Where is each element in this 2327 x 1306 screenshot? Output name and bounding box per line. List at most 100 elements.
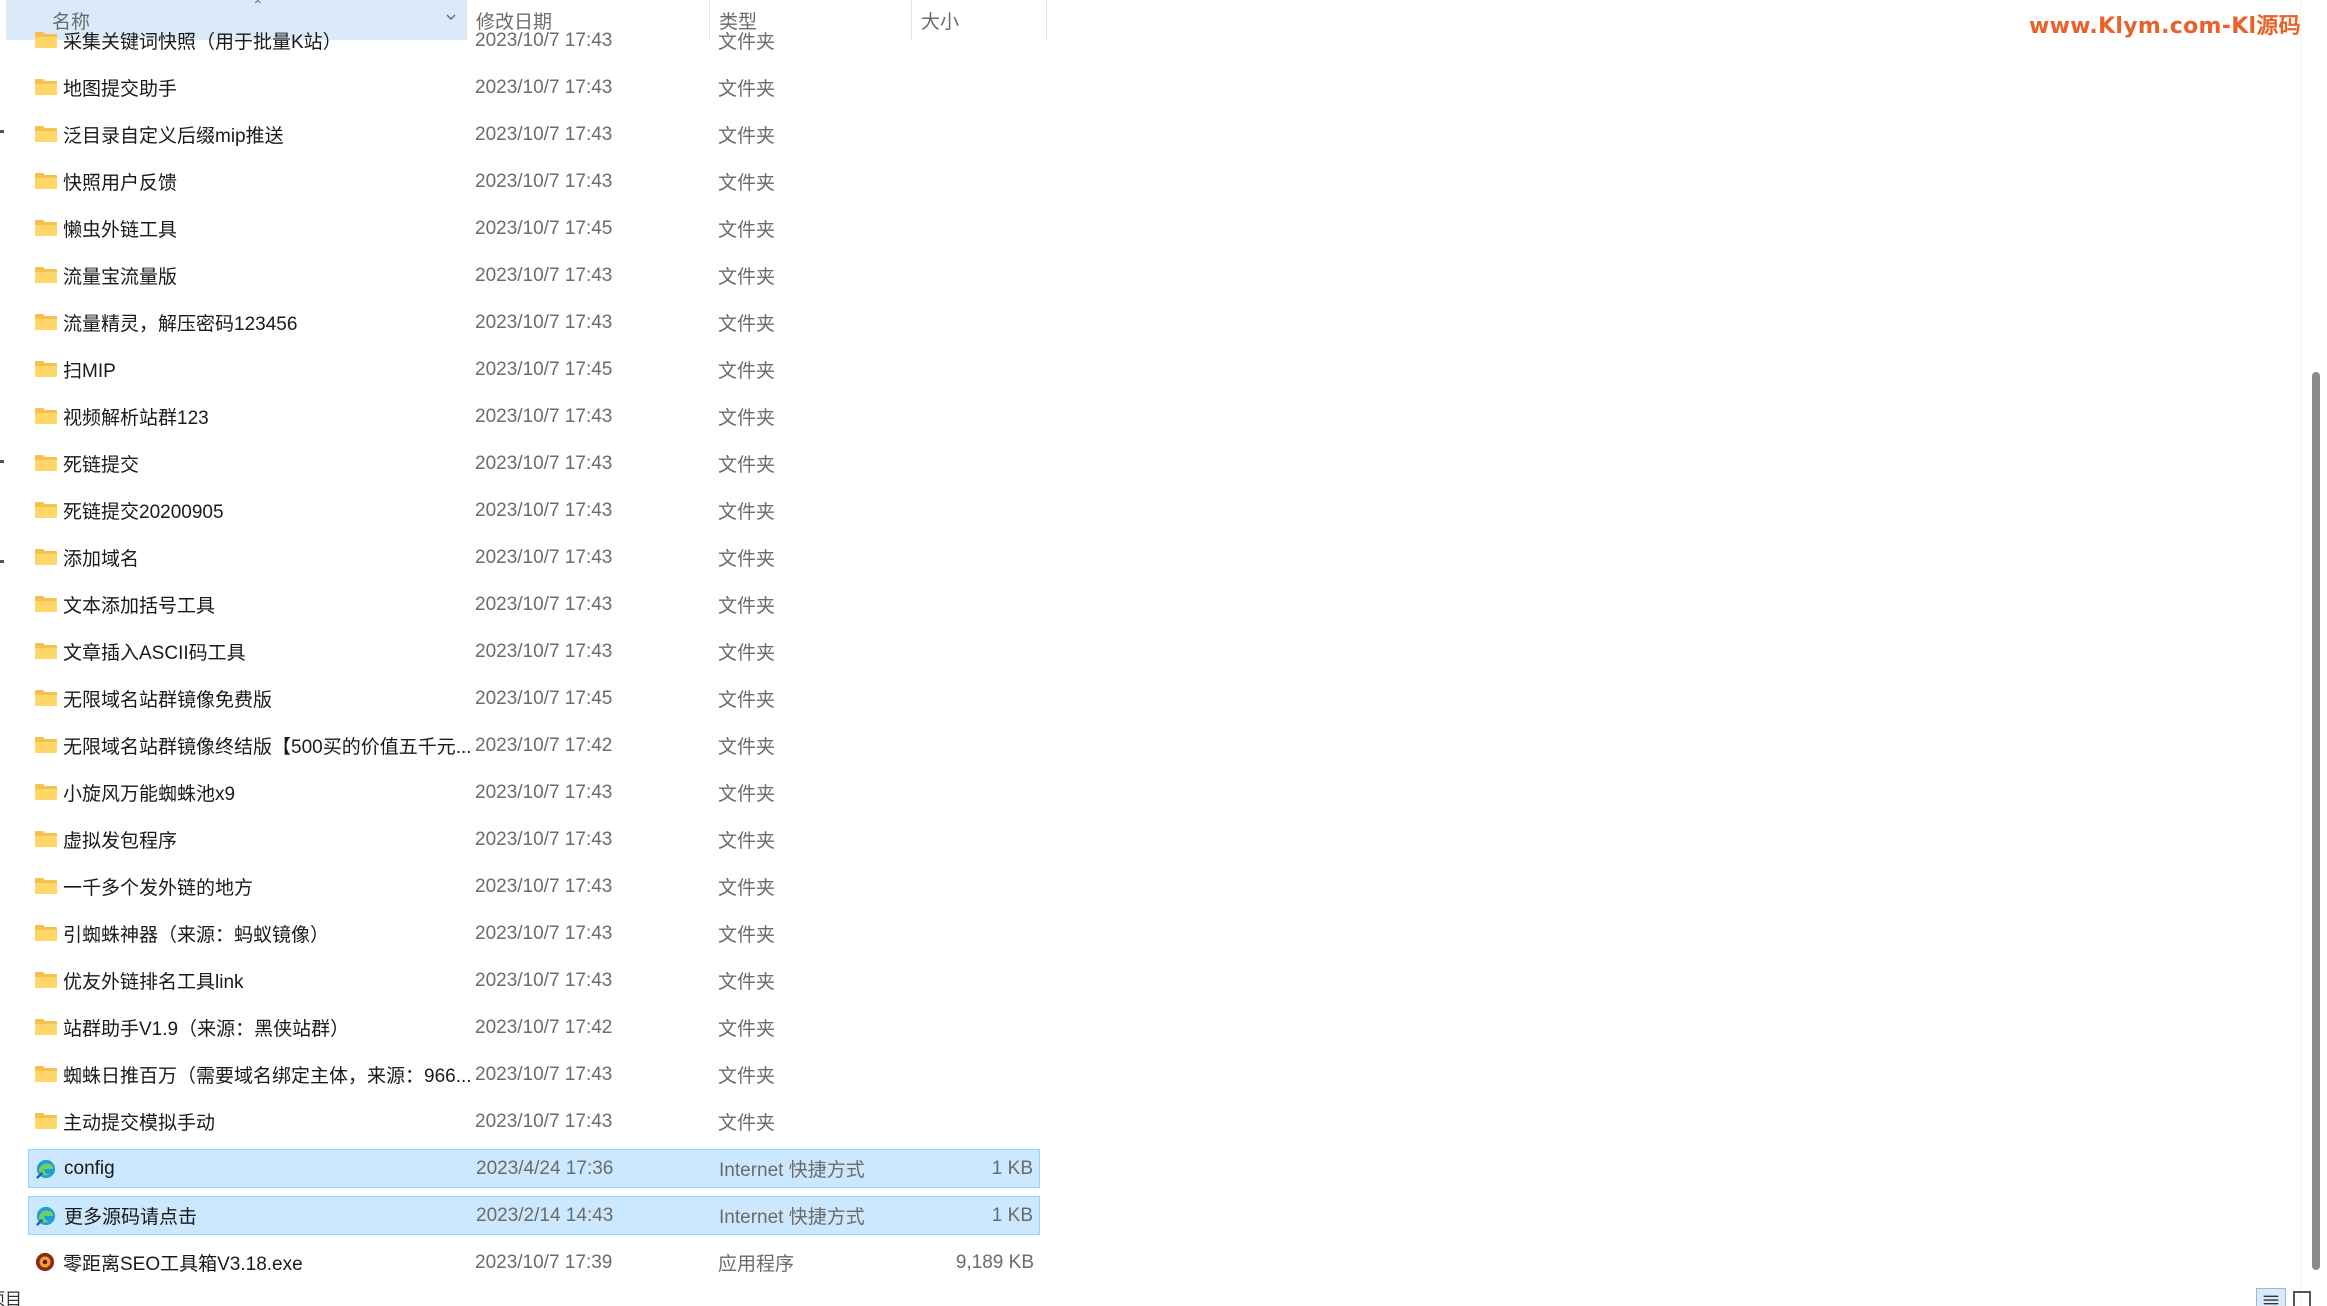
- file-name: 蜘蛛日推百万（需要域名绑定主体，来源：966...: [63, 1066, 472, 1087]
- file-size: 9,189 KB: [955, 1251, 1034, 1273]
- file-type: 文件夹: [718, 408, 776, 429]
- file-row[interactable]: 懒虫外链工具 2023/10/7 17:45 文件夹: [28, 209, 1040, 248]
- file-row[interactable]: 扫MIP 2023/10/7 17:45 文件夹: [28, 350, 1040, 389]
- edge-tick: [0, 460, 4, 463]
- file-date: 2023/10/7 17:43: [475, 875, 613, 897]
- folder-icon: [35, 737, 57, 753]
- file-row[interactable]: 无限域名站群镜像免费版 2023/10/7 17:45 文件夹: [28, 679, 1040, 718]
- file-name: 添加域名: [63, 549, 140, 570]
- app-exe-icon: [35, 1252, 55, 1272]
- file-type: 文件夹: [718, 549, 776, 570]
- folder-icon: [35, 361, 57, 377]
- file-row[interactable]: 一千多个发外链的地方 2023/10/7 17:43 文件夹: [28, 867, 1040, 906]
- folder-icon: [35, 972, 57, 988]
- file-date: 2023/10/7 17:43: [475, 546, 613, 568]
- file-type: 文件夹: [718, 126, 776, 147]
- file-name: 小旋风万能蜘蛛池x9: [63, 784, 236, 805]
- file-date: 2023/10/7 17:43: [475, 593, 613, 615]
- file-row[interactable]: 小旋风万能蜘蛛池x9 2023/10/7 17:43 文件夹: [28, 773, 1040, 812]
- file-type: 文件夹: [718, 79, 776, 100]
- scrollbar-thumb[interactable]: [2312, 372, 2320, 1270]
- file-type: Internet 快捷方式: [719, 1207, 865, 1228]
- file-name: config: [64, 1157, 115, 1179]
- file-type: 文件夹: [718, 690, 776, 711]
- folder-icon: [35, 455, 57, 471]
- file-row[interactable]: 流量精灵，解压密码123456 2023/10/7 17:43 文件夹: [28, 303, 1040, 342]
- file-type: 文件夹: [718, 643, 776, 664]
- file-row[interactable]: 零距离SEO工具箱V3.18.exe 2023/10/7 17:39 应用程序 9,1…: [28, 1243, 1040, 1282]
- file-type: 文件夹: [718, 1066, 776, 1087]
- file-type: 文件夹: [718, 878, 776, 899]
- file-name: 地图提交助手: [63, 79, 178, 100]
- file-row[interactable]: 死链提交20200905 2023/10/7 17:43 文件夹: [28, 491, 1040, 530]
- file-date: 2023/10/7 17:45: [475, 358, 613, 380]
- file-name: 文章插入ASCII码工具: [63, 643, 246, 664]
- status-items-label: 项目: [0, 1290, 22, 1306]
- file-name: 更多源码请点击: [64, 1207, 198, 1228]
- edge-shortcut-icon: [36, 1206, 56, 1226]
- file-type: 文件夹: [718, 737, 776, 758]
- tiles-view-button[interactable]: [2293, 1291, 2311, 1306]
- folder-icon: [35, 126, 57, 142]
- file-row[interactable]: 死链提交 2023/10/7 17:43 文件夹: [28, 444, 1040, 483]
- file-row[interactable]: 泛目录自定义后缀mip推送 2023/10/7 17:43 文件夹: [28, 115, 1040, 154]
- file-name: 快照用户反馈: [63, 173, 178, 194]
- file-row[interactable]: 采集关键词快照（用于批量K站） 2023/10/7 17:43 文件夹: [28, 21, 1040, 60]
- file-name: 主动提交模拟手动: [63, 1113, 216, 1134]
- file-name: 采集关键词快照（用于批量K站）: [63, 32, 342, 53]
- file-row[interactable]: 站群助手V1.9（来源：黑侠站群） 2023/10/7 17:42 文件夹: [28, 1008, 1040, 1047]
- file-row[interactable]: 快照用户反馈 2023/10/7 17:43 文件夹: [28, 162, 1040, 201]
- file-name: 死链提交: [63, 455, 140, 476]
- folder-icon: [35, 267, 57, 283]
- file-date: 2023/4/24 17:36: [476, 1157, 614, 1179]
- file-name: 虚拟发包程序: [63, 831, 178, 852]
- file-name: 死链提交20200905: [63, 502, 224, 523]
- file-row[interactable]: 蜘蛛日推百万（需要域名绑定主体，来源：966... 2023/10/7 17:43…: [28, 1055, 1040, 1094]
- file-row[interactable]: 优友外链排名工具link 2023/10/7 17:43 文件夹: [28, 961, 1040, 1000]
- file-row[interactable]: 地图提交助手 2023/10/7 17:43 文件夹: [28, 68, 1040, 107]
- edge-shortcut-icon: [36, 1159, 56, 1179]
- file-date: 2023/10/7 17:39: [475, 1251, 613, 1273]
- details-view-icon: [2263, 1295, 2279, 1305]
- left-edge-markers: [0, 0, 4, 1306]
- file-row[interactable]: 无限域名站群镜像终结版【500买的价值五千元... 2023/10/7 17:42…: [28, 726, 1040, 765]
- file-name: 懒虫外链工具: [63, 220, 178, 241]
- edge-tick: [0, 560, 4, 563]
- details-view-button[interactable]: [2256, 1288, 2286, 1306]
- file-type: 文件夹: [718, 361, 776, 382]
- file-row[interactable]: 文本添加括号工具 2023/10/7 17:43 文件夹: [28, 585, 1040, 624]
- file-type: 文件夹: [718, 220, 776, 241]
- file-type: 文件夹: [718, 1113, 776, 1134]
- file-date: 2023/10/7 17:43: [475, 76, 613, 98]
- file-date: 2023/10/7 17:43: [475, 640, 613, 662]
- folder-icon: [35, 643, 57, 659]
- file-row[interactable]: 虚拟发包程序 2023/10/7 17:43 文件夹: [28, 820, 1040, 859]
- file-date: 2023/10/7 17:43: [475, 922, 613, 944]
- file-row[interactable]: 引蜘蛛神器（来源：蚂蚁镜像） 2023/10/7 17:43 文件夹: [28, 914, 1040, 953]
- file-row[interactable]: 更多源码请点击 2023/2/14 14:43 Internet 快捷方式 1 KB: [28, 1196, 1040, 1235]
- file-date: 2023/10/7 17:43: [475, 969, 613, 991]
- file-name: 无限域名站群镜像免费版: [63, 690, 273, 711]
- edge-tick: [0, 130, 4, 133]
- file-row[interactable]: 流量宝流量版 2023/10/7 17:43 文件夹: [28, 256, 1040, 295]
- file-type: 文件夹: [718, 972, 776, 993]
- file-row[interactable]: 添加域名 2023/10/7 17:43 文件夹: [28, 538, 1040, 577]
- file-row[interactable]: 主动提交模拟手动 2023/10/7 17:43 文件夹: [28, 1102, 1040, 1141]
- folder-icon: [35, 831, 57, 847]
- file-row[interactable]: 文章插入ASCII码工具 2023/10/7 17:43 文件夹: [28, 632, 1040, 671]
- file-name: 视频解析站群123: [63, 408, 209, 429]
- file-name: 流量精灵，解压密码123456: [63, 314, 298, 335]
- file-explorer: ⌃ 名称 修改日期 类型 大小 采集关键词快照（用于批量K站） 2023/10/7…: [0, 0, 2327, 1306]
- file-name: 泛目录自定义后缀mip推送: [63, 126, 284, 147]
- folder-icon: [35, 314, 57, 330]
- file-name: 文本添加括号工具: [63, 596, 216, 617]
- vertical-scrollbar[interactable]: [2305, 0, 2327, 1306]
- file-row[interactable]: config 2023/4/24 17:36 Internet 快捷方式 1 KB: [28, 1149, 1040, 1188]
- file-date: 2023/10/7 17:43: [475, 29, 613, 51]
- file-row[interactable]: 视频解析站群123 2023/10/7 17:43 文件夹: [28, 397, 1040, 436]
- file-date: 2023/10/7 17:43: [475, 828, 613, 850]
- file-date: 2023/10/7 17:43: [475, 452, 613, 474]
- folder-icon: [35, 1066, 57, 1082]
- file-date: 2023/10/7 17:43: [475, 781, 613, 803]
- file-type: 文件夹: [718, 831, 776, 852]
